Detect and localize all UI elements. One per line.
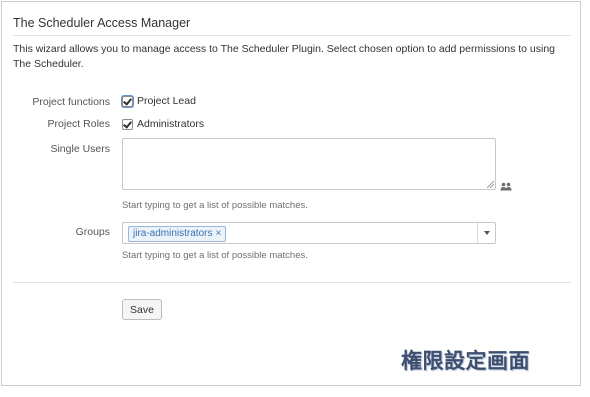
single-users-label: Single Users (50, 143, 110, 155)
users-picker-icon[interactable] (500, 182, 512, 191)
page-title: The Scheduler Access Manager (13, 16, 191, 30)
title-divider (13, 35, 571, 36)
groups-multiselect[interactable]: jira-administrators × (122, 222, 496, 244)
form-divider (13, 282, 571, 283)
project-lead-checkbox[interactable] (122, 96, 133, 107)
single-users-textarea[interactable] (122, 138, 496, 190)
administrators-label: Administrators (137, 118, 205, 130)
chevron-down-icon[interactable] (484, 231, 490, 235)
project-functions-label: Project functions (32, 96, 110, 108)
administrators-checkbox[interactable] (122, 119, 133, 130)
groups-hint: Start typing to get a list of possible m… (122, 250, 308, 261)
single-users-hint: Start typing to get a list of possible m… (122, 200, 308, 211)
remove-tag-icon[interactable]: × (215, 228, 221, 239)
group-tag-label: jira-administrators (133, 228, 213, 239)
project-lead-label: Project Lead (137, 95, 196, 107)
group-tag: jira-administrators × (128, 226, 227, 242)
access-manager-panel: The Scheduler Access Manager This wizard… (1, 1, 581, 386)
caption-text: 権限設定画面 (401, 349, 530, 373)
select-divider (477, 223, 478, 243)
project-roles-label: Project Roles (47, 118, 110, 130)
description-text: This wizard allows you to manage access … (13, 43, 556, 70)
groups-label: Groups (75, 226, 110, 238)
resize-handle-icon[interactable] (487, 181, 494, 188)
save-button[interactable]: Save (122, 299, 162, 320)
